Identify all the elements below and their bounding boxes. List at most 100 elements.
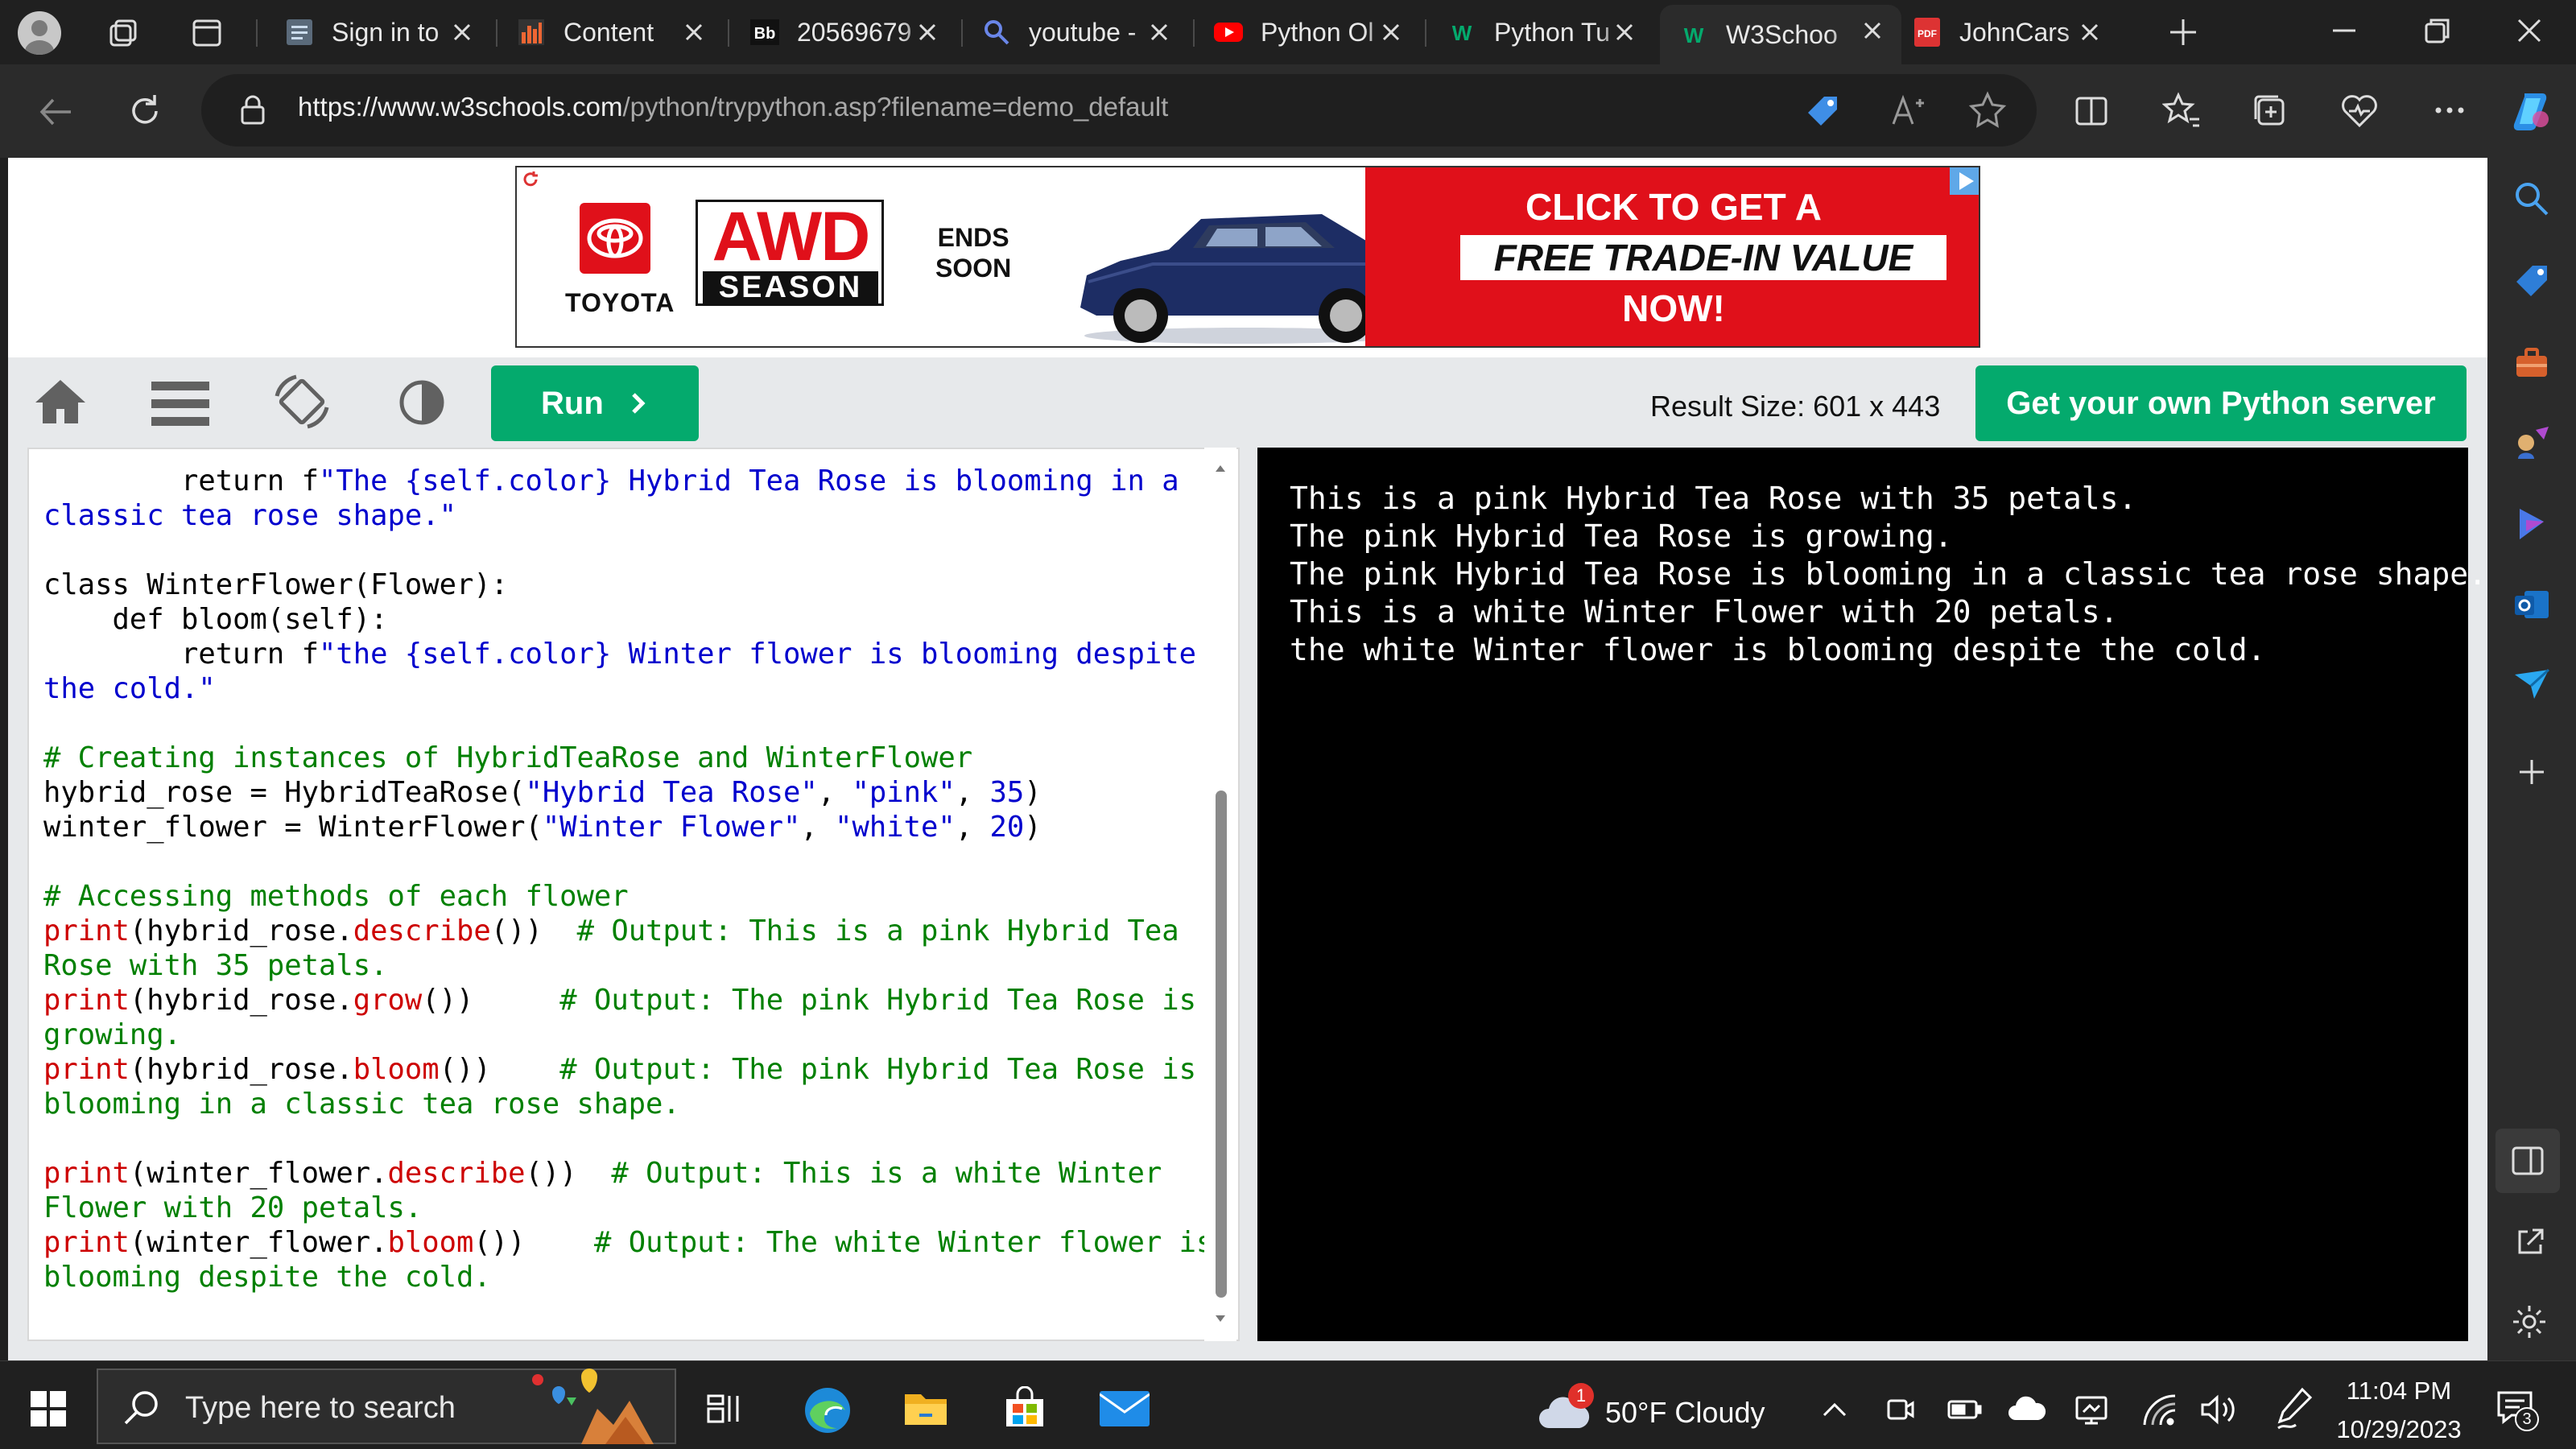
adchoices-icon[interactable] [520,169,541,190]
tab-1[interactable]: Content [497,6,723,58]
close-tab-icon[interactable] [679,18,708,47]
code-text[interactable]: return f"The {self.color} Hybrid Tea Ros… [43,464,1213,1294]
close-tab-icon[interactable] [448,18,477,47]
battery-icon[interactable] [1946,1397,1982,1422]
meet-now-icon[interactable] [1884,1393,1918,1426]
sidebar-games-icon[interactable] [2512,422,2552,462]
ad-info-icon[interactable] [1950,167,1979,195]
tab-5[interactable]: W Python Tu [1428,6,1653,58]
profile-avatar[interactable] [18,11,61,55]
close-window-button[interactable] [2512,13,2547,48]
code-line: def bloom(self): [43,602,1213,637]
collections-icon[interactable] [2249,90,2289,130]
toyota-ad-banner[interactable]: TOYOTA AWD SEASON ENDS SOON CLICK TO GET… [515,166,1980,348]
sidebar-external-link-icon[interactable] [2513,1225,2547,1259]
run-button[interactable]: Run [491,365,699,441]
code-line: blooming in a classic tea rose shape. [43,1087,1213,1121]
minimize-button[interactable] [2326,13,2362,48]
close-tab-icon[interactable] [913,18,942,47]
code-token: Flower with 20 petals. [43,1191,423,1224]
windows-start-icon[interactable] [31,1391,66,1426]
dark-mode-icon[interactable] [398,378,446,427]
tab-3[interactable]: youtube - [963,6,1188,58]
sidebar-search-icon[interactable] [2513,180,2550,217]
onedrive-cloud-icon[interactable] [2008,1394,2046,1423]
back-button[interactable] [35,92,76,132]
refresh-button[interactable] [124,90,166,132]
code-token: # Output: The white Winter flower is [593,1226,1214,1259]
notifications-icon[interactable]: 3 [2494,1386,2541,1433]
code-token: blooming in a classic tea rose shape. [43,1088,680,1121]
awd-season-badge: AWD SEASON [696,200,884,306]
tab-7[interactable]: PDF JohnCars [1893,6,2119,58]
sidebar-shopping-icon[interactable] [2513,262,2550,299]
pen-workspace-icon[interactable] [2273,1386,2315,1431]
code-line: hybrid_rose = HybridTeaRose("Hybrid Tea … [43,775,1213,810]
code-token: "Winter Flower" [542,811,801,844]
copilot-icon[interactable] [2508,87,2557,135]
home-icon[interactable] [34,377,87,427]
svg-text:Bb: Bb [754,25,776,43]
editor-scrollbar[interactable] [1204,448,1236,1341]
w3schools-icon: W [1684,23,1704,47]
favorites-icon[interactable] [2162,90,2202,130]
restore-button[interactable] [2420,13,2455,48]
show-hidden-icons-chevron-up-icon[interactable] [1821,1396,1848,1423]
sidebar-copilot-icon[interactable] [2512,504,2552,544]
sidebar-panel-icon[interactable] [2496,1129,2560,1193]
menu-icon[interactable] [151,380,209,427]
browser-essentials-icon[interactable] [2339,90,2380,130]
close-tab-icon[interactable] [1610,18,1639,47]
sidebar-send-icon[interactable] [2512,663,2552,704]
sidebar-outlook-icon[interactable] [2512,584,2552,625]
program-output: This is a pink Hybrid Tea Rose with 35 p… [1290,480,2487,669]
file-explorer-icon[interactable] [903,1389,948,1428]
rotate-orientation-icon[interactable] [272,372,332,431]
coupon-tag-icon[interactable] [1803,92,1842,130]
microsoft-store-icon[interactable] [1003,1386,1046,1430]
tab-actions-icon[interactable] [190,16,224,50]
more-options-icon[interactable] [2429,90,2470,130]
code-token: winter_flower = WinterFlower( [43,811,543,844]
edge-taskbar-icon[interactable] [802,1385,853,1436]
sidebar-settings-icon[interactable] [2510,1302,2549,1341]
close-tab-icon[interactable] [1145,18,1174,47]
close-tab-icon[interactable] [1858,16,1887,45]
code-token: "Hybrid Tea Rose" [525,776,818,809]
display-icon[interactable] [2074,1393,2109,1428]
mail-icon[interactable] [1100,1391,1150,1426]
code-token: 35 [989,776,1025,809]
code-editor[interactable]: return f"The {self.color} Hybrid Tea Ros… [27,448,1240,1341]
sidebar-add-icon[interactable] [2516,757,2547,787]
get-python-server-button[interactable]: Get your own Python server [1975,365,2467,441]
sidebar-tools-icon[interactable] [2513,345,2550,382]
tab-0[interactable]: Sign in to [266,6,491,58]
close-tab-icon[interactable] [1377,18,1406,47]
code-line: print(hybrid_rose.describe()) # Output: … [43,914,1213,948]
clock[interactable]: 11:04 PM 10/29/2023 [2318,1373,2479,1443]
clock-date: 10/29/2023 [2336,1415,2462,1443]
tab-6[interactable]: W W3Schoo [1660,5,1901,64]
wifi-icon[interactable] [2141,1393,2178,1426]
volume-icon[interactable] [2199,1393,2238,1426]
tab-2[interactable]: Bb 20569679 [731,6,956,58]
favorite-star-icon[interactable] [1967,90,2008,130]
code-token: Rose with 35 petals. [43,949,388,982]
read-aloud-icon[interactable] [1889,92,1927,130]
tab-4[interactable]: Python Ol [1195,6,1420,58]
code-token: 20 [989,811,1025,844]
code-token: "pink" [852,776,956,809]
lock-icon[interactable] [238,93,267,126]
workspaces-icon[interactable] [105,14,142,52]
code-token: the cold." [43,672,216,705]
code-token: return f [43,464,319,497]
weather-widget[interactable]: 1 50°F Cloudy [1536,1383,1810,1439]
url-text[interactable]: https://www.w3schools.com/python/trypyth… [298,92,1168,122]
close-tab-icon[interactable] [2075,18,2104,47]
code-token: print [43,984,130,1017]
split-screen-icon[interactable] [2072,92,2111,130]
cta-line-3: NOW! [1622,287,1725,329]
task-view-icon[interactable] [705,1389,744,1428]
ad-cta-panel[interactable]: CLICK TO GET A FREE TRADE-IN VALUE NOW! [1365,167,1979,346]
new-tab-button[interactable] [2165,14,2201,50]
